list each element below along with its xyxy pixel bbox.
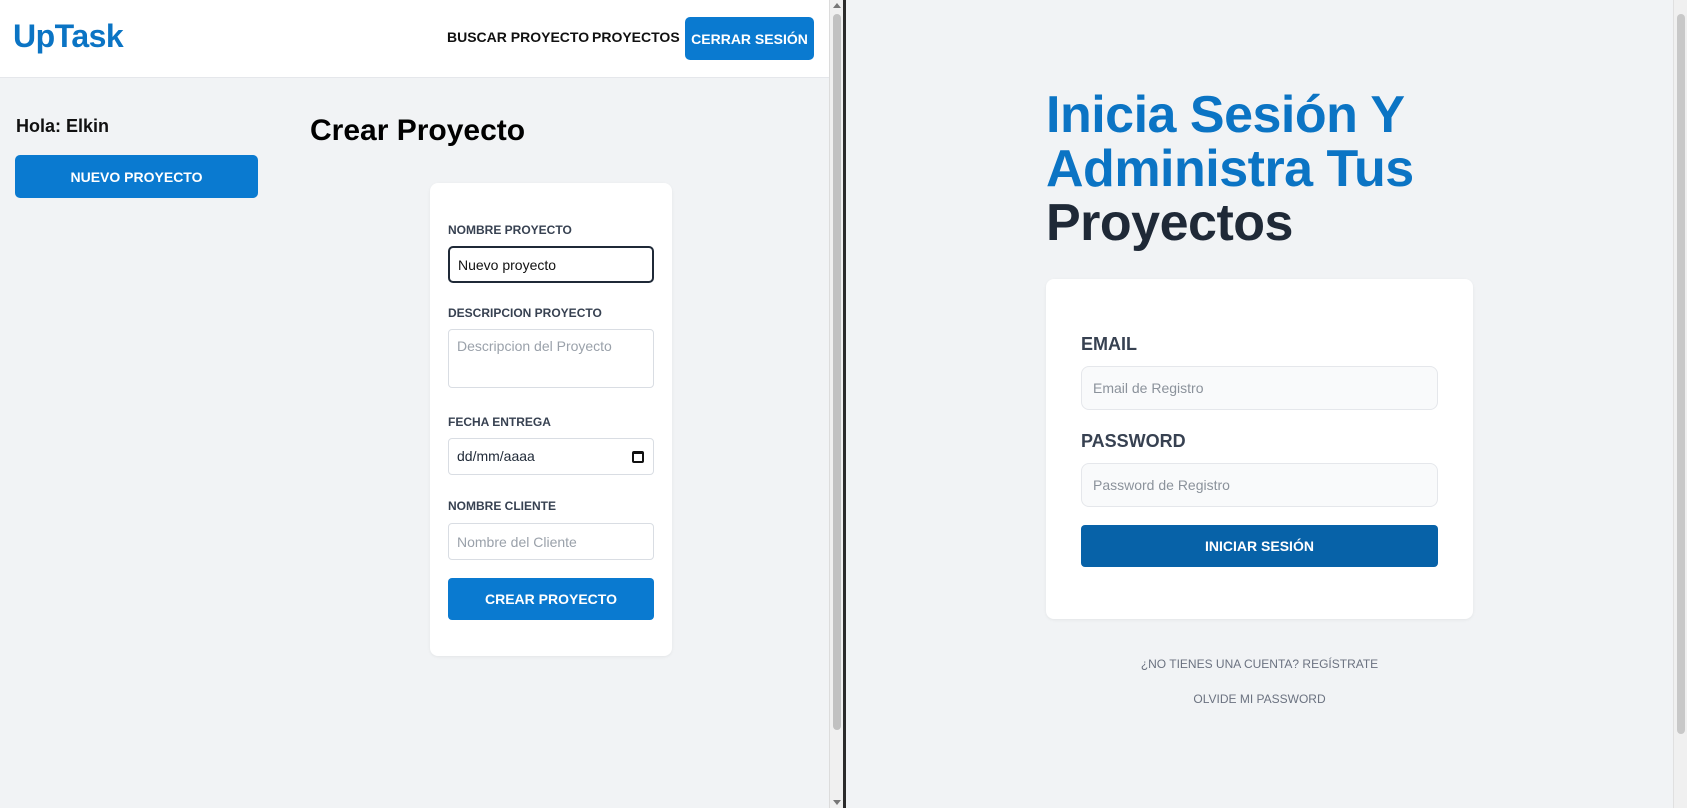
nav-proyectos[interactable]: Proyectos xyxy=(592,29,680,45)
logout-button[interactable]: Cerrar Sesión xyxy=(685,17,814,60)
left-scrollbar-thumb[interactable] xyxy=(833,14,841,730)
scroll-down-arrow-icon[interactable] xyxy=(833,800,841,805)
top-navbar: UpTask Buscar Proyecto Proyectos Cerrar … xyxy=(0,0,829,78)
password-field[interactable] xyxy=(1081,463,1438,507)
left-window: UpTask Buscar Proyecto Proyectos Cerrar … xyxy=(0,0,829,808)
email-field[interactable] xyxy=(1081,366,1438,410)
delivery-date-label: Fecha Entrega xyxy=(448,415,551,429)
left-scrollbar[interactable] xyxy=(829,0,843,808)
nav-buscar-proyecto[interactable]: Buscar Proyecto xyxy=(447,29,589,45)
password-label: Password xyxy=(1081,431,1186,451)
project-description-textarea[interactable] xyxy=(448,329,654,388)
project-name-input[interactable] xyxy=(448,246,654,283)
client-name-label: Nombre Cliente xyxy=(448,499,556,513)
delivery-date-input[interactable]: dd/mm/aaaa xyxy=(448,438,654,475)
create-project-button[interactable]: Crear Proyecto xyxy=(448,578,654,620)
right-window: Inicia Sesión Y Administra Tus Proyectos… xyxy=(846,0,1673,808)
hero-line-3: Proyectos xyxy=(1046,194,1293,252)
hero-line-1: Inicia Sesión Y xyxy=(1046,86,1405,144)
login-button[interactable]: Iniciar Sesión xyxy=(1081,525,1438,567)
right-scrollbar[interactable] xyxy=(1673,0,1687,808)
create-project-form: Nombre Proyecto Descripcion Proyecto Fec… xyxy=(430,183,672,656)
project-name-label: Nombre Proyecto xyxy=(448,223,572,237)
new-project-button[interactable]: Nuevo Proyecto xyxy=(15,155,258,198)
date-format-text: dd/mm/aaaa xyxy=(457,448,535,464)
forgot-password-link[interactable]: Olvide mi Password xyxy=(1046,692,1473,706)
register-link[interactable]: ¿No tienes una cuenta? Regístrate xyxy=(1046,657,1473,671)
email-label: Email xyxy=(1081,334,1137,354)
client-name-input[interactable] xyxy=(448,523,654,560)
scroll-up-arrow-icon[interactable] xyxy=(833,3,841,8)
project-description-label: Descripcion Proyecto xyxy=(448,306,602,320)
login-form: Email Password Iniciar Sesión xyxy=(1046,279,1473,619)
app-logo[interactable]: UpTask xyxy=(13,18,124,55)
hero-line-2: Administra Tus xyxy=(1046,140,1414,198)
right-scrollbar-thumb[interactable] xyxy=(1677,14,1685,734)
login-hero-heading: Inicia Sesión Y Administra Tus Proyectos xyxy=(1046,88,1414,250)
calendar-icon[interactable] xyxy=(632,451,644,463)
user-greeting: Hola: Elkin xyxy=(16,116,110,136)
page-title: Crear Proyecto xyxy=(310,114,526,147)
